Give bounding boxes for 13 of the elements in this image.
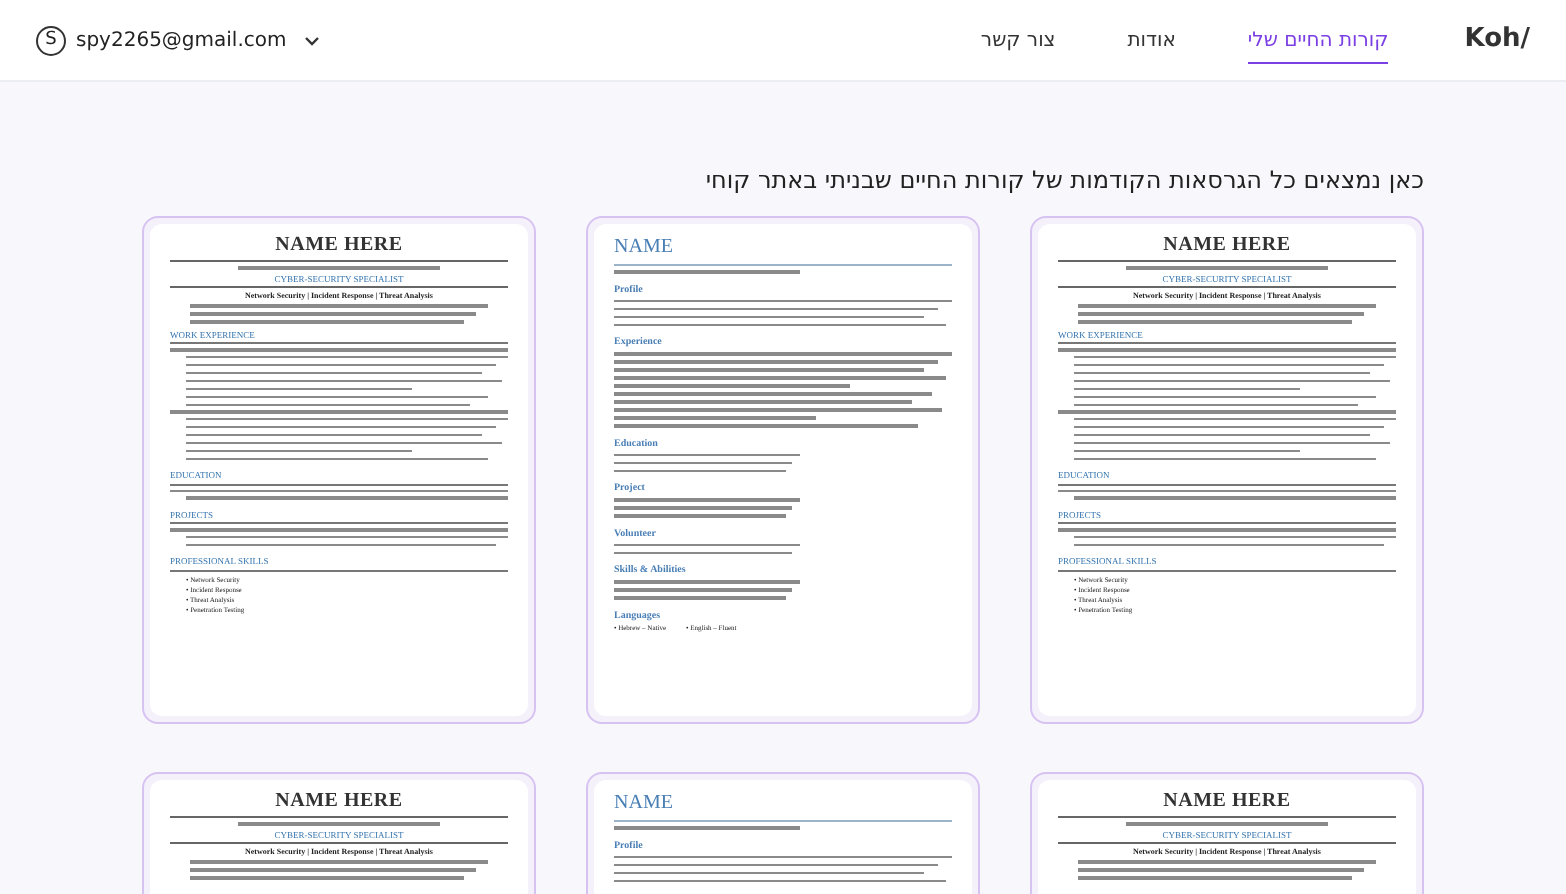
chevron-down-icon: [304, 35, 321, 45]
account-menu[interactable]: S spy2265@gmail.com: [36, 25, 321, 55]
nav-link[interactable]: צור קשר: [980, 16, 1056, 64]
resume-name: NAME HERE: [1161, 236, 1293, 256]
page-heading: כאן נמצאים כל הגרסאות הקודמות של קורות החיים שבניתי באתר קוחי: [703, 164, 1424, 198]
resume-name: NAME: [614, 794, 675, 814]
nav-link[interactable]: קורות החיים שלי: [1247, 16, 1389, 64]
nav-link[interactable]: אודות: [1127, 16, 1176, 64]
resume-name: NAME HERE: [273, 792, 405, 812]
resume-name: NAME: [614, 238, 675, 258]
resume-name: NAME HERE: [1161, 792, 1293, 812]
logo[interactable]: Koh/: [1464, 20, 1530, 60]
resume-name: NAME HERE: [273, 236, 405, 256]
